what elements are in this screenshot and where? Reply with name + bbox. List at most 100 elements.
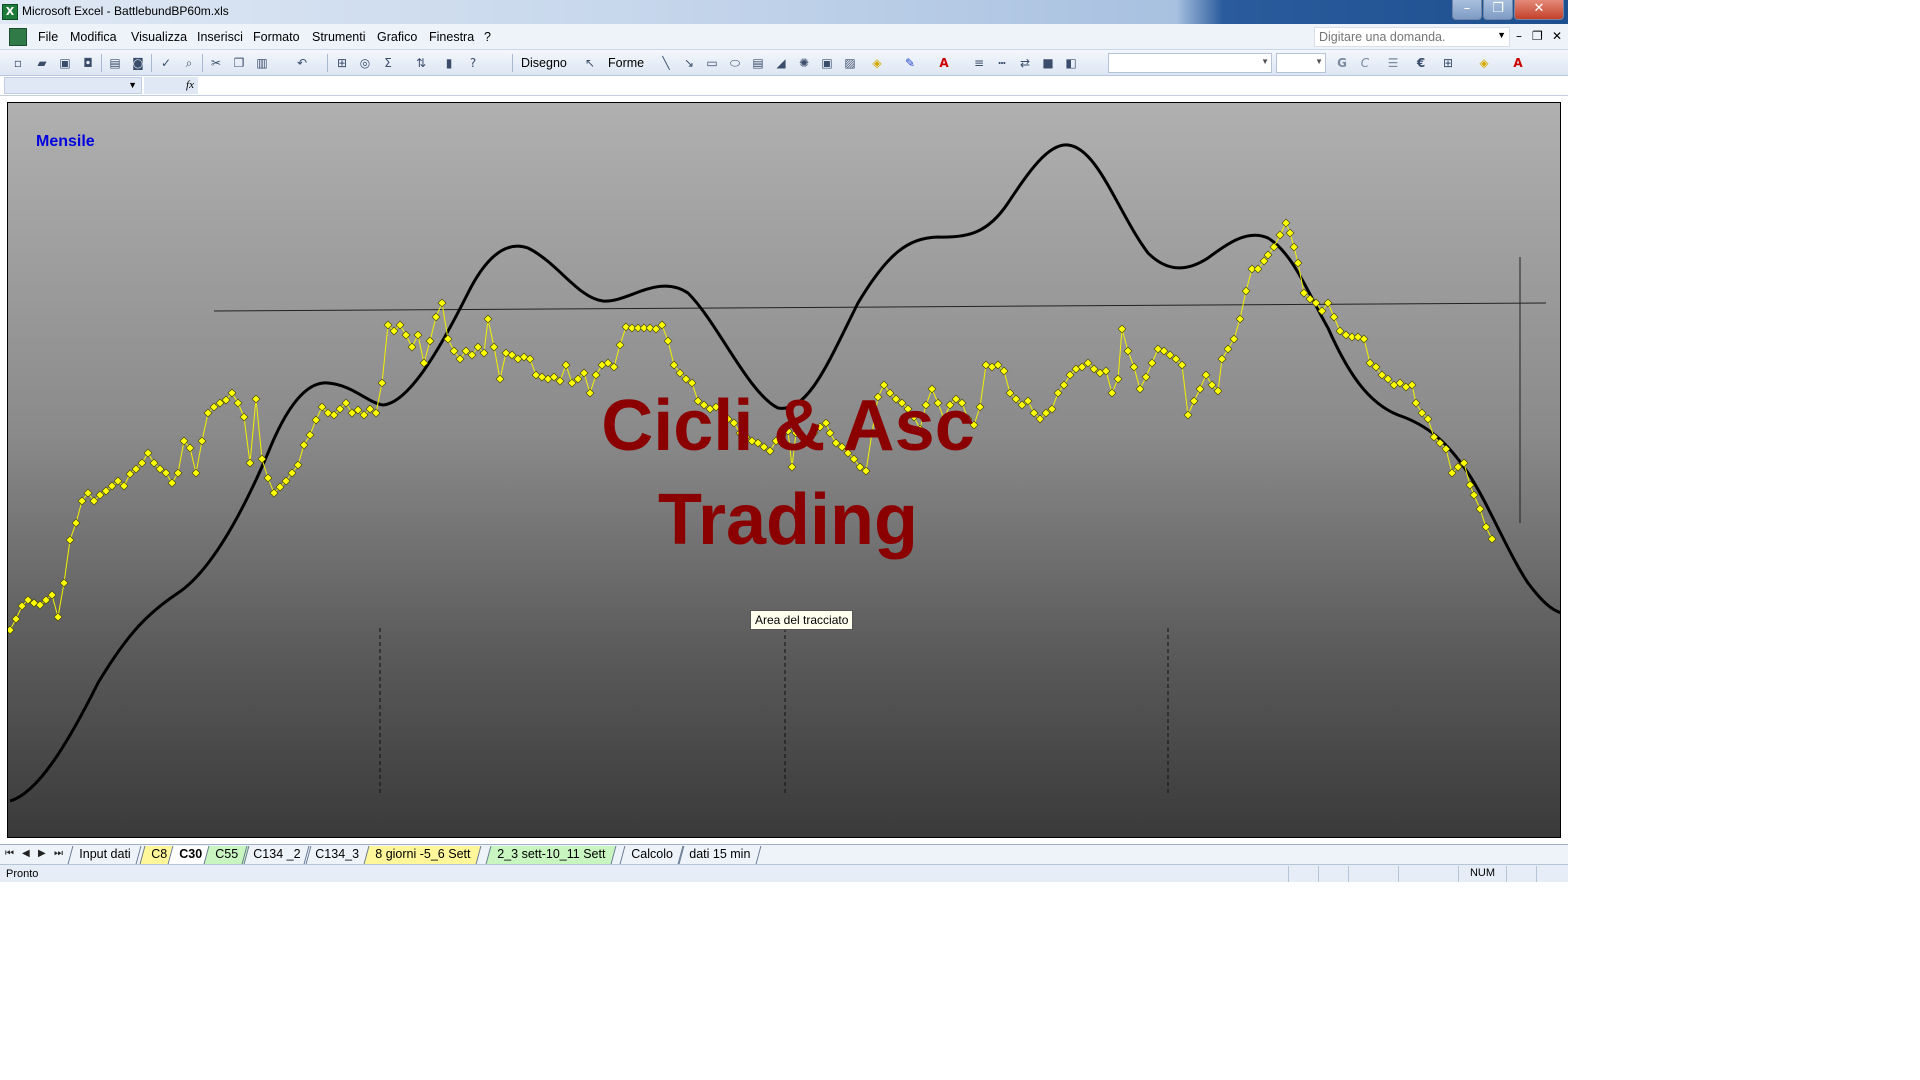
price-marker[interactable]	[1183, 410, 1193, 420]
chart-wizard-icon[interactable]: ◎	[357, 55, 373, 71]
price-marker[interactable]	[1135, 384, 1145, 394]
price-marker[interactable]	[425, 336, 435, 346]
menu-visualizza[interactable]: Visualizza	[131, 30, 187, 44]
chart-area[interactable]: Mensile Cicli & Asc Trading Area del tra…	[7, 102, 1561, 838]
price-marker[interactable]	[293, 460, 303, 470]
close-button[interactable]: ✕	[1514, 0, 1564, 20]
price-marker[interactable]	[1329, 312, 1339, 322]
price-marker[interactable]	[555, 376, 565, 386]
workbook-icon[interactable]	[9, 28, 27, 46]
highlight-icon[interactable]: ◈	[1476, 55, 1492, 71]
font-color-icon[interactable]: A	[936, 55, 952, 71]
price-marker[interactable]	[245, 458, 255, 468]
shadow-icon[interactable]: ■	[1040, 55, 1056, 71]
rectangle-icon[interactable]: ▭	[704, 55, 720, 71]
price-marker[interactable]	[1123, 346, 1133, 356]
chevron-down-icon[interactable]: ▼	[1315, 57, 1323, 66]
cut-icon[interactable]: ✂	[208, 55, 224, 71]
sheet-tab[interactable]: C134_3	[303, 846, 371, 864]
price-marker[interactable]	[263, 473, 273, 483]
price-marker[interactable]	[1469, 490, 1479, 500]
price-marker[interactable]	[1235, 314, 1245, 324]
price-marker[interactable]	[1241, 286, 1251, 296]
select-pointer-icon[interactable]: ↖	[582, 55, 598, 71]
price-marker[interactable]	[461, 346, 471, 356]
price-marker[interactable]	[495, 374, 505, 384]
price-marker[interactable]	[143, 448, 153, 458]
price-marker[interactable]	[299, 440, 309, 450]
price-marker[interactable]	[239, 412, 249, 422]
dash-style-icon[interactable]: ┅	[994, 55, 1010, 71]
help-icon[interactable]: ?	[465, 55, 481, 71]
price-marker[interactable]	[1229, 334, 1239, 344]
price-marker[interactable]	[401, 330, 411, 340]
price-marker[interactable]	[8, 625, 15, 635]
next-sheet-icon[interactable]: ▶	[38, 848, 46, 859]
price-marker[interactable]	[1289, 242, 1299, 252]
first-sheet-icon[interactable]: ⏮	[5, 848, 14, 859]
price-marker[interactable]	[615, 340, 625, 350]
last-sheet-icon[interactable]: ⏭	[54, 848, 63, 859]
price-marker[interactable]	[1195, 384, 1205, 394]
sheet-tab[interactable]: 2_3 sett-10_11 Sett	[485, 846, 617, 864]
price-marker[interactable]	[1335, 326, 1345, 336]
italic-button[interactable]: C	[1357, 55, 1373, 71]
price-marker[interactable]	[305, 430, 315, 440]
price-marker[interactable]	[449, 346, 459, 356]
price-marker[interactable]	[83, 488, 93, 498]
price-marker[interactable]	[489, 342, 499, 352]
price-marker[interactable]	[71, 518, 81, 528]
help-search-input[interactable]	[1315, 28, 1495, 46]
undo-icon[interactable]: ↶	[294, 55, 310, 71]
price-marker[interactable]	[1023, 396, 1033, 406]
menu-inserisci[interactable]: Inserisci	[197, 30, 243, 44]
price-marker[interactable]	[1281, 218, 1291, 228]
font-size-combo[interactable]: ▼	[1276, 53, 1326, 73]
price-marker[interactable]	[1217, 354, 1227, 364]
euro-button[interactable]: €	[1413, 55, 1429, 71]
diagram-icon[interactable]: ✺	[796, 55, 812, 71]
print-preview-icon[interactable]: ◙	[130, 55, 146, 71]
price-marker[interactable]	[663, 336, 673, 346]
price-marker[interactable]	[651, 324, 661, 334]
autosum-icon[interactable]: Σ	[380, 55, 396, 71]
price-marker[interactable]	[1411, 398, 1421, 408]
price-marker[interactable]	[1141, 372, 1151, 382]
copy-icon[interactable]: ❐	[231, 55, 247, 71]
price-marker[interactable]	[65, 535, 75, 545]
price-marker[interactable]	[657, 320, 667, 330]
price-marker[interactable]	[371, 408, 381, 418]
price-marker[interactable]	[173, 468, 183, 478]
price-marker[interactable]	[53, 612, 63, 622]
price-marker[interactable]	[561, 360, 571, 370]
open-icon[interactable]: ▰	[34, 55, 50, 71]
menu-finestra[interactable]: Finestra	[429, 30, 474, 44]
font-name-combo[interactable]: ▼	[1108, 53, 1272, 73]
menu-formato[interactable]: Formato	[253, 30, 300, 44]
price-marker[interactable]	[77, 496, 87, 506]
price-marker[interactable]	[191, 468, 201, 478]
price-marker[interactable]	[407, 342, 417, 352]
sheet-tab[interactable]: Calcolo	[619, 846, 685, 864]
price-marker[interactable]	[377, 378, 387, 388]
price-marker[interactable]	[413, 330, 423, 340]
line-style-icon[interactable]: ≡	[971, 55, 987, 71]
oval-icon[interactable]: ⬭	[727, 55, 743, 71]
workbook-restore-button[interactable]: ❐	[1532, 29, 1543, 43]
price-marker[interactable]	[1165, 350, 1175, 360]
3d-icon[interactable]: ◧	[1063, 55, 1079, 71]
price-marker[interactable]	[197, 436, 207, 446]
arrow-icon[interactable]: ↘	[681, 55, 697, 71]
price-marker[interactable]	[1481, 522, 1491, 532]
price-marker[interactable]	[1201, 370, 1211, 380]
price-marker[interactable]	[1323, 298, 1333, 308]
print-icon[interactable]: ▤	[107, 55, 123, 71]
sheet-tab[interactable]: 8 giorni -5_6 Sett	[363, 846, 482, 864]
menu-help[interactable]: ?	[484, 30, 491, 44]
name-box[interactable]: ▼	[4, 77, 142, 94]
price-marker[interactable]	[467, 350, 477, 360]
paste-icon[interactable]: ▥	[254, 55, 270, 71]
price-marker[interactable]	[1377, 370, 1387, 380]
price-marker[interactable]	[1059, 380, 1069, 390]
price-marker[interactable]	[1129, 362, 1139, 372]
